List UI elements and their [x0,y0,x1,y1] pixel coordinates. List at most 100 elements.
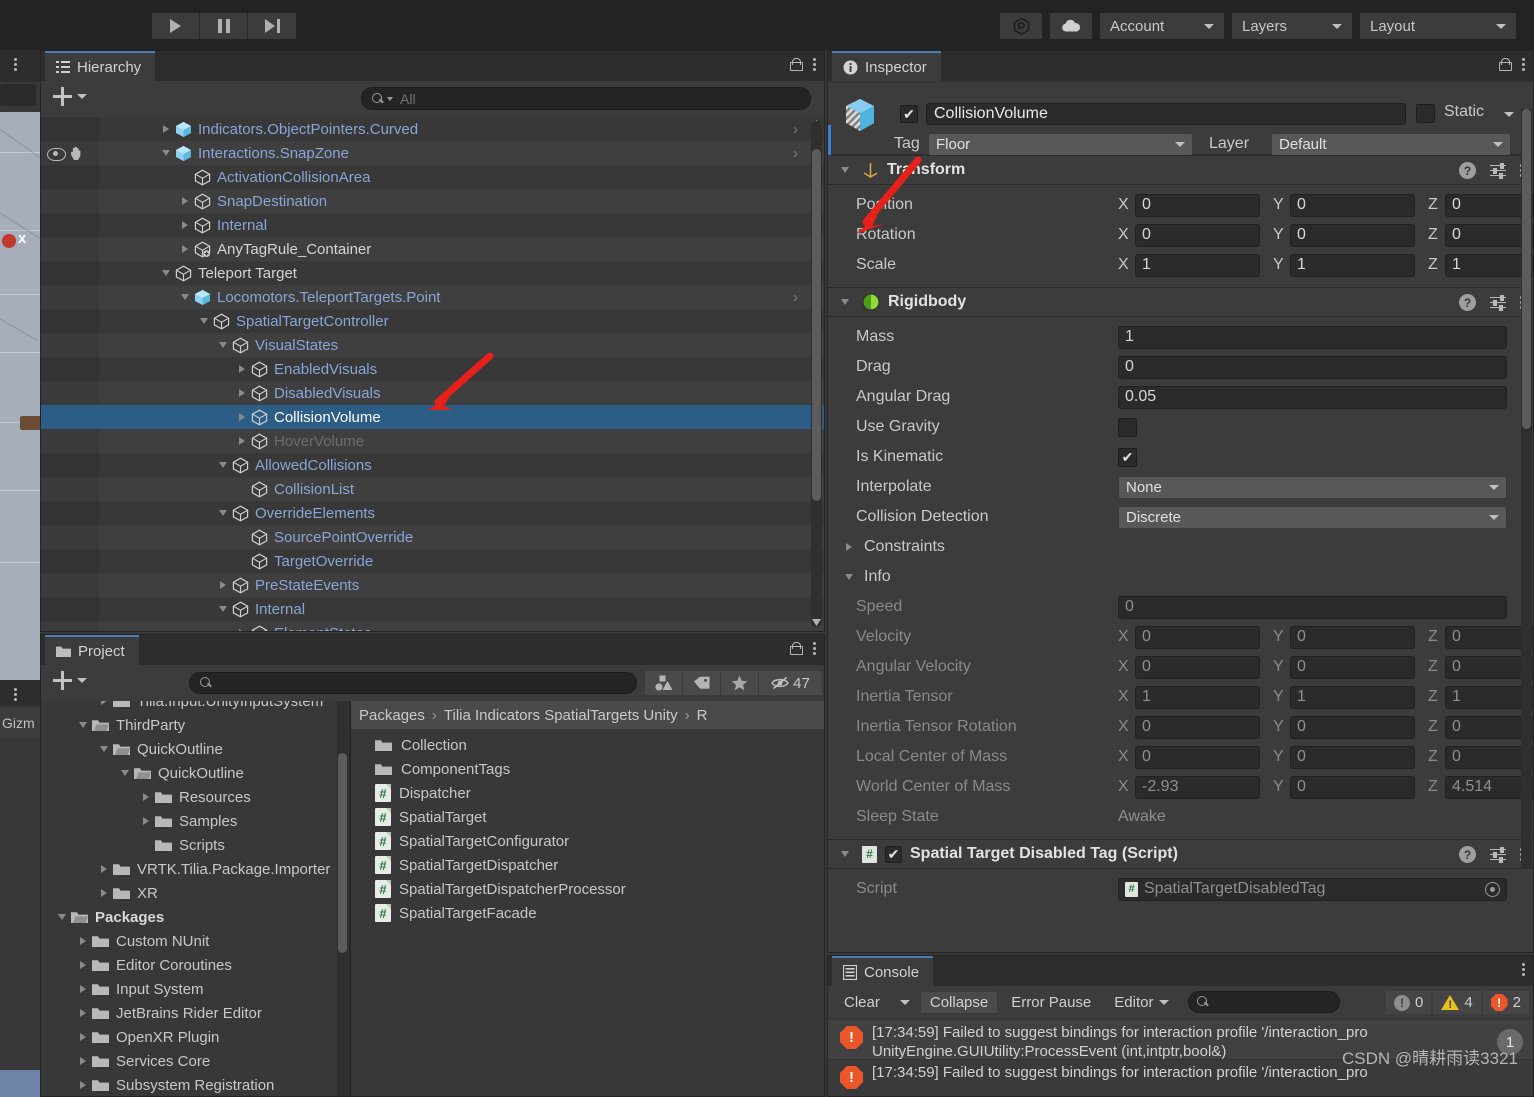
project-file-row[interactable]: Collection [351,733,824,757]
collapse-toggle[interactable] [74,722,92,728]
expand-toggle[interactable] [233,629,251,631]
y-field[interactable]: 0 [1290,193,1415,217]
info-count-toggle[interactable]: ! 0 [1385,991,1432,1014]
lock-icon[interactable] [1499,58,1512,71]
project-file-row[interactable]: # SpatialTargetFacade [351,901,824,925]
project-tree-row[interactable]: Editor Coroutines [41,953,349,977]
expand-toggle[interactable] [74,1033,92,1041]
project-tree-row[interactable]: Samples [41,809,349,833]
static-dropdown-icon[interactable] [1504,112,1514,117]
script-enabled-checkbox[interactable] [885,845,902,863]
project-tree-row[interactable]: QuickOutline [41,737,349,761]
x-field[interactable]: 0 [1135,193,1260,217]
interpolate-dropdown[interactable]: None [1118,475,1507,499]
clear-button[interactable]: Clear [834,990,890,1014]
collab-button[interactable] [1000,13,1042,39]
breadcrumb-item[interactable]: R [697,707,708,724]
hierarchy-row[interactable]: SpatialTargetController [41,309,824,333]
favorites-button[interactable] [721,671,759,695]
expand-toggle[interactable] [74,1081,92,1089]
project-tree-row[interactable]: Custom NUnit [41,929,349,953]
project-tree-row[interactable]: Packages [41,905,349,929]
collapse-toggle[interactable] [214,606,232,612]
hierarchy-row[interactable]: AnyTagRule_Container [41,237,824,261]
expand-toggle[interactable] [137,817,155,825]
project-file-list[interactable]: Collection ComponentTags # Dispatcher # Spati… [351,729,824,925]
y-field[interactable]: 1 [1290,253,1415,277]
layout-dropdown[interactable]: Layout [1360,13,1516,39]
preset-icon[interactable] [1490,162,1506,179]
inspector-scrollbar[interactable] [1521,109,1532,869]
hierarchy-row[interactable]: DisabledVisuals [41,381,824,405]
project-tree-row[interactable]: XR [41,881,349,905]
project-folder-tree[interactable]: Tilia.Input.UnityInputSystem ThirdParty Qu… [41,701,349,1096]
breadcrumb-item[interactable]: Packages [359,707,425,724]
preset-icon[interactable] [1490,294,1506,311]
static-checkbox[interactable] [1416,104,1435,123]
console-message-list[interactable]: ! [17:34:59] Failed to suggest bindings f… [828,1020,1533,1096]
hierarchy-row[interactable]: TargetOverride [41,549,824,573]
tab-console[interactable]: Console [832,956,934,986]
project-tree-row[interactable]: ThirdParty [41,713,349,737]
hierarchy-kebab-icon[interactable] [813,58,816,71]
hierarchy-row[interactable]: AllowedCollisions [41,453,824,477]
hierarchy-scrollbar[interactable] [811,121,822,627]
project-tree-row[interactable]: Services Core [41,1049,349,1073]
editor-dropdown[interactable]: Editor [1104,990,1180,1014]
console-search-input[interactable] [1215,994,1397,1010]
project-search-input[interactable] [219,675,626,691]
x-field[interactable]: 1 [1135,253,1260,277]
error-count-toggle[interactable]: ! 2 [1482,991,1529,1014]
expand-toggle[interactable] [233,389,251,397]
project-tree-row[interactable]: Scripts [41,833,349,857]
script-object-field[interactable]: # SpatialTargetDisabledTag [1118,877,1507,901]
console-message[interactable]: ! [17:34:59] Failed to suggest bindings f… [828,1060,1533,1096]
step-button[interactable] [248,13,296,39]
clear-dropdown-button[interactable] [892,990,917,1014]
console-message[interactable]: ! [17:34:59] Failed to suggest bindings f… [828,1020,1533,1060]
hierarchy-row[interactable]: Internal [41,213,824,237]
hierarchy-row[interactable]: ActivationCollisionArea [41,165,824,189]
expand-toggle[interactable] [74,961,92,969]
search-mode-caret-icon[interactable] [387,96,393,101]
tab-inspector[interactable]: Inspector [832,51,941,81]
expand-toggle[interactable] [74,1057,92,1065]
chevron-down-icon[interactable] [841,299,849,305]
project-file-row[interactable]: # SpatialTargetDispatcher [351,853,824,877]
hierarchy-row[interactable]: Indicators.ObjectPointers.Curved › [41,117,824,141]
prefab-open-chevron-icon[interactable]: › [793,121,798,138]
tab-hierarchy[interactable]: Hierarchy [45,51,156,81]
expand-toggle[interactable] [95,865,113,873]
cloud-button[interactable] [1050,13,1092,39]
collapse-toggle[interactable] [157,150,175,156]
expand-toggle[interactable] [233,365,251,373]
expand-toggle[interactable] [95,701,113,705]
create-object-button[interactable] [53,87,87,106]
project-tree-row[interactable]: VRTK.Tilia.Package.Importer [41,857,349,881]
project-tree-row[interactable]: JetBrains Rider Editor [41,1001,349,1025]
console-search[interactable] [1188,991,1397,1013]
collapse-toggle[interactable] [53,914,71,920]
hierarchy-row[interactable]: Internal [41,597,824,621]
tag-dropdown[interactable]: Floor [928,133,1193,156]
project-kebab-icon[interactable] [813,642,816,655]
filter-by-label-button[interactable] [683,671,721,695]
object-enabled-checkbox[interactable] [900,105,918,123]
collapse-toggle[interactable] [214,462,232,468]
scene-kebab-icon[interactable] [14,58,17,71]
expand-toggle[interactable] [176,197,194,205]
hierarchy-row[interactable]: ElementStates [41,621,824,631]
expand-toggle[interactable] [137,793,155,801]
hierarchy-row[interactable]: Locomotors.TeleportTargets.Point › [41,285,824,309]
expand-toggle[interactable] [214,581,232,589]
prefab-open-chevron-icon[interactable]: › [793,145,798,162]
collapse-toggle[interactable]: Collapse [919,990,999,1014]
project-tree-row[interactable]: Input System [41,977,349,1001]
expand-toggle[interactable] [176,245,194,253]
collapse-toggle[interactable] [157,270,175,276]
visibility-eye-icon[interactable] [47,147,66,161]
project-search[interactable] [189,672,637,694]
mass-field[interactable]: 1 [1118,325,1507,349]
collapse-toggle[interactable] [195,318,213,324]
hierarchy-tree[interactable]: Indicators.ObjectPointers.Curved › Interac… [41,117,824,631]
